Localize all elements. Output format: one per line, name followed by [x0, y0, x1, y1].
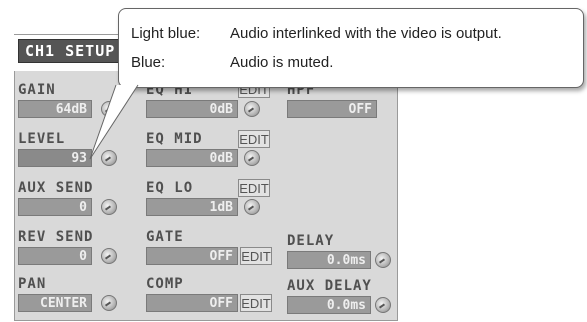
eq-mid-knob-icon[interactable] — [244, 150, 260, 166]
aux-send-knob-icon[interactable] — [101, 199, 117, 215]
callout-pointer — [89, 84, 139, 160]
aux-send-value[interactable]: 0 — [18, 198, 92, 216]
gain-label: GAIN — [18, 82, 56, 98]
level-label: LEVEL — [18, 131, 66, 147]
gate-value[interactable]: OFF — [146, 247, 238, 265]
aux-delay-label: AUX DELAY — [287, 278, 372, 294]
pan-knob-icon[interactable] — [101, 295, 117, 311]
hpf-value[interactable]: OFF — [287, 100, 377, 118]
callout-desc-light-blue: Audio interlinked with the video is outp… — [230, 25, 502, 42]
eq-hi-knob-icon[interactable] — [244, 101, 260, 117]
eq-lo-knob-icon[interactable] — [244, 199, 260, 215]
panel-title: CH1 SETUP — [18, 39, 123, 63]
comp-label: COMP — [146, 276, 184, 292]
legend-callout: Light blue: Audio interlinked with the v… — [118, 8, 584, 88]
rev-send-knob-icon[interactable] — [101, 248, 117, 264]
pan-value[interactable]: CENTER — [18, 294, 92, 312]
gain-value[interactable]: 64dB — [18, 100, 92, 118]
aux-send-label: AUX SEND — [18, 180, 94, 196]
aux-delay-knob-icon[interactable] — [375, 297, 391, 313]
rev-send-label: REV SEND — [18, 229, 94, 245]
eq-lo-value[interactable]: 1dB — [146, 198, 238, 216]
eq-mid-value[interactable]: 0dB — [146, 149, 238, 167]
eq-mid-edit-button[interactable]: EDIT — [238, 130, 270, 148]
delay-knob-icon[interactable] — [375, 252, 391, 268]
callout-key-blue: Blue: — [131, 54, 166, 71]
comp-value[interactable]: OFF — [146, 294, 238, 312]
comp-edit-button[interactable]: EDIT — [240, 294, 272, 312]
callout-key-light-blue: Light blue: — [131, 25, 201, 42]
gate-edit-button[interactable]: EDIT — [240, 247, 272, 265]
eq-hi-value[interactable]: 0dB — [146, 100, 238, 118]
gate-label: GATE — [146, 229, 184, 245]
delay-value[interactable]: 0.0ms — [287, 251, 371, 269]
pan-label: PAN — [18, 276, 47, 292]
eq-lo-edit-button[interactable]: EDIT — [238, 179, 270, 197]
rev-send-value[interactable]: 0 — [18, 247, 92, 265]
delay-label: DELAY — [287, 233, 335, 249]
eq-lo-label: EQ LO — [146, 180, 194, 196]
level-value[interactable]: 93 — [18, 149, 92, 167]
callout-desc-blue: Audio is muted. — [230, 54, 334, 71]
aux-delay-value[interactable]: 0.0ms — [287, 296, 371, 314]
